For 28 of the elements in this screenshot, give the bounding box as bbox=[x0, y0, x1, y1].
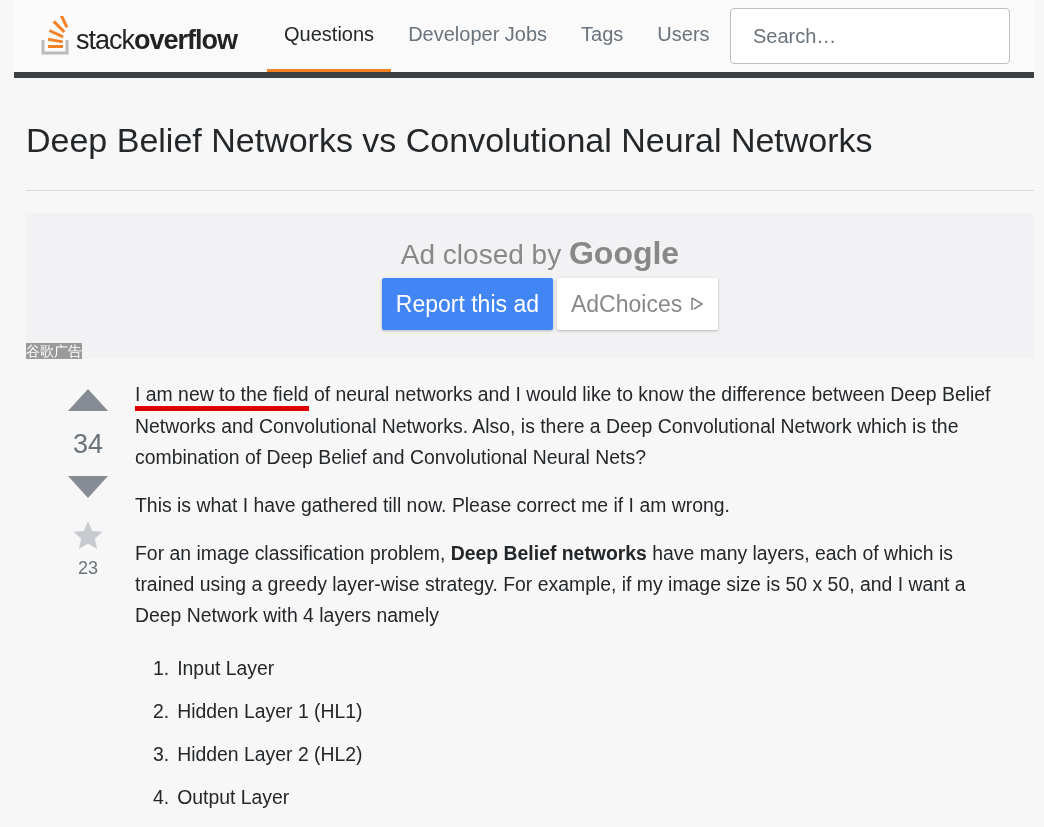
favorite-count: 23 bbox=[78, 558, 98, 579]
list-item: Hidden Layer 2 (HL2) bbox=[177, 742, 363, 767]
list-item: Input Layer bbox=[177, 656, 275, 681]
list-number: 2. bbox=[153, 699, 170, 724]
list-number: 1. bbox=[153, 656, 170, 681]
adchoices-button[interactable]: AdChoices bbox=[557, 278, 719, 330]
list-number: 3. bbox=[153, 742, 170, 767]
vote-count: 34 bbox=[72, 429, 103, 460]
nav-tab[interactable]: Tags bbox=[564, 0, 641, 72]
report-ad-button[interactable]: Report this ad bbox=[381, 278, 553, 330]
post-paragraph: I am new to the field of neural networks and I would like to know the difference between Deep Belief Networks and Convolutional Networks. Also, is there a Deep Convolutional Network which is the combination of Deep Belief and Convolutional Neural Nets? bbox=[135, 381, 992, 470]
list-item: Hidden Layer 1 (HL1) bbox=[177, 699, 363, 724]
question-title[interactable]: Deep Belief Networks vs Convolutional Neural Networks bbox=[26, 118, 1034, 162]
post-paragraph: For an image classification problem, Deep Belief networks have many layers, each of which is trained using a greedy layer-wise strategy. For example, if my image size is 50 x 50, and I want a Deep Network with 4 layers namely bbox=[135, 541, 967, 628]
post-paragraph: This is what I have gathered till now. Please correct me if I am wrong. bbox=[135, 493, 731, 518]
downvote-icon[interactable] bbox=[68, 476, 108, 498]
star-icon[interactable] bbox=[72, 520, 104, 552]
ad-label: 谷歌广告 bbox=[26, 343, 82, 359]
site-logo[interactable]: stackoverflow bbox=[40, 16, 238, 56]
upvote-icon[interactable] bbox=[68, 389, 108, 411]
nav-tab[interactable]: Questions bbox=[267, 0, 392, 72]
search-field[interactable]: Search… bbox=[730, 8, 1010, 64]
play-icon bbox=[690, 296, 705, 312]
ad-closed-text: Ad closed by Google bbox=[399, 235, 680, 272]
nav-tab[interactable]: Users bbox=[640, 0, 727, 72]
nav-tab[interactable]: Developer Jobs bbox=[391, 0, 565, 72]
list-number: 4. bbox=[153, 785, 170, 810]
list-item: Output Layer bbox=[177, 785, 290, 810]
